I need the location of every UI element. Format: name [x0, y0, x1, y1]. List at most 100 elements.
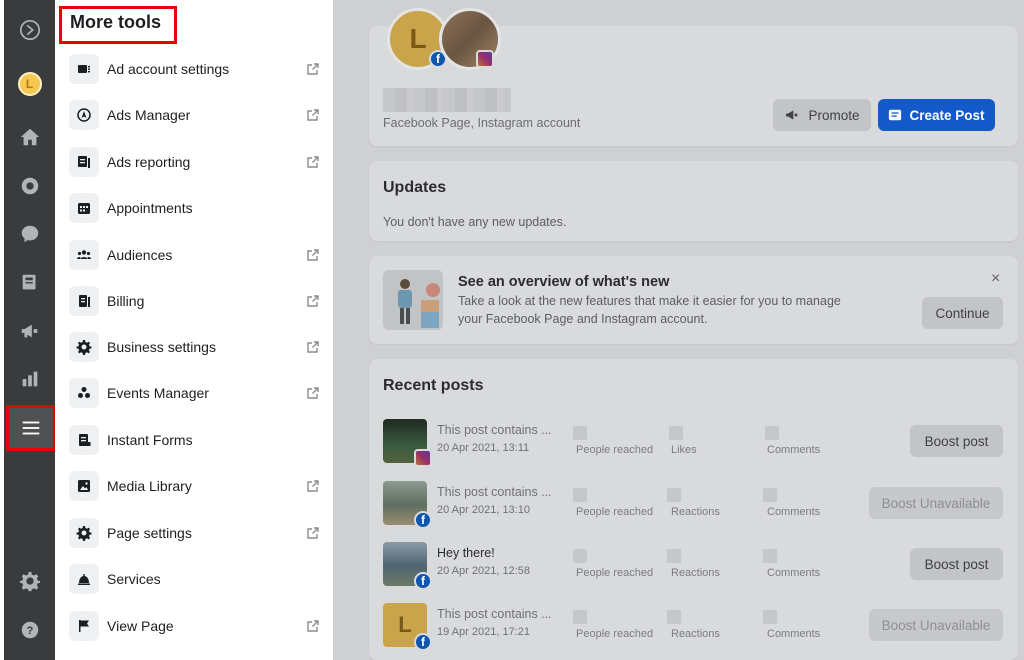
metric-label: People reached	[576, 506, 654, 518]
metric-label: Comments	[767, 506, 821, 518]
post-title: This post contains ...	[437, 423, 552, 437]
external-link-icon	[305, 154, 321, 170]
gear-icon	[69, 518, 99, 548]
tool-item-ad-account-settings[interactable]: Ad account settings	[69, 51, 325, 87]
page-name-redacted	[383, 88, 511, 112]
boost-post-button[interactable]: Boost post	[910, 548, 1003, 580]
tool-item-audiences[interactable]: Audiences	[69, 237, 325, 273]
external-link-icon	[305, 618, 321, 634]
tool-item-instant-forms[interactable]: Instant Forms	[69, 422, 325, 458]
calendar-icon	[69, 193, 99, 223]
ads-reporting-icon	[69, 147, 99, 177]
tool-item-view-page[interactable]: View Page	[69, 608, 325, 644]
tool-label: Ads Manager	[107, 107, 191, 123]
continue-button[interactable]: Continue	[922, 297, 1003, 329]
gear-icon[interactable]	[4, 561, 55, 601]
tool-item-page-settings[interactable]: Page settings	[69, 515, 325, 551]
profile-letter: L	[409, 23, 427, 54]
avatar: L	[17, 72, 42, 96]
tool-label: Business settings	[107, 339, 216, 355]
instagram-icon	[414, 449, 432, 467]
metric-value-redacted	[667, 488, 681, 502]
whats-new-card: See an overview of what's new Take a loo…	[369, 256, 1018, 344]
tool-item-events-manager[interactable]: Events Manager	[69, 375, 325, 411]
boost-unavailable-button: Boost Unavailable	[869, 609, 1003, 641]
megaphone-icon[interactable]	[4, 311, 55, 351]
external-link-icon	[305, 107, 321, 123]
tool-item-media-library[interactable]: Media Library	[69, 468, 325, 504]
tool-label: Media Library	[107, 478, 192, 494]
boost-unavailable-button: Boost Unavailable	[869, 487, 1003, 519]
metric-value-redacted	[667, 549, 681, 563]
tool-item-appointments[interactable]: Appointments	[69, 190, 325, 226]
post-date: 20 Apr 2021, 12:58	[437, 565, 530, 577]
create-post-label: Create Post	[909, 107, 985, 123]
tool-item-services[interactable]: Services	[69, 561, 325, 597]
facebook-icon: f	[414, 633, 432, 651]
tool-label: Page settings	[107, 525, 192, 541]
metric-label: People reached	[576, 444, 654, 456]
main-content-overlay: L f Facebook Page, Instagram account Pro…	[333, 0, 1024, 660]
media-icon	[69, 471, 99, 501]
thumbnail-letter: L	[398, 612, 412, 637]
help-icon[interactable]: ?	[4, 610, 55, 650]
post-icon	[888, 108, 902, 122]
promote-button[interactable]: Promote	[773, 99, 871, 131]
post-date: 20 Apr 2021, 13:11	[437, 442, 530, 454]
metric-value-redacted	[669, 426, 683, 440]
facebook-icon: f	[414, 572, 432, 590]
metric-label: Reactions	[671, 567, 720, 579]
home-icon[interactable]	[4, 117, 55, 157]
menu-icon[interactable]	[6, 405, 56, 451]
tool-item-ads-reporting[interactable]: Ads reporting	[69, 144, 325, 180]
metric-label: Comments	[767, 444, 821, 456]
tool-label: Ad account settings	[107, 61, 230, 77]
external-link-icon	[305, 339, 321, 355]
gear-icon	[69, 332, 99, 362]
promote-label: Promote	[808, 107, 860, 123]
external-link-icon	[305, 385, 321, 401]
megaphone-icon	[784, 107, 800, 123]
events-icon	[69, 378, 99, 408]
metric-label: Comments	[767, 628, 821, 640]
metric-label: Reactions	[671, 506, 720, 518]
tool-item-ads-manager[interactable]: Ads Manager	[69, 97, 325, 133]
metric-label: Reactions	[671, 628, 720, 640]
flag-icon	[69, 611, 99, 641]
inbox-icon[interactable]	[4, 166, 55, 206]
form-icon	[69, 425, 99, 455]
post-row[interactable]: This post contains ... 20 Apr 2021, 13:1…	[383, 417, 1003, 467]
create-post-button[interactable]: Create Post	[878, 99, 995, 131]
tool-label: Audiences	[107, 247, 173, 263]
post-title: Hey there!	[437, 546, 495, 560]
tool-item-business-settings[interactable]: Business settings	[69, 329, 325, 365]
insights-icon[interactable]	[4, 359, 55, 399]
post-title: This post contains ...	[437, 607, 552, 621]
recent-posts-card: Recent posts This post contains ... 20 A…	[369, 359, 1018, 660]
account-avatar[interactable]: L	[4, 64, 55, 104]
metric-value-redacted	[763, 488, 777, 502]
tool-item-billing[interactable]: Billing	[69, 283, 325, 319]
whats-new-text-line2: your Facebook Page and Instagram account…	[458, 312, 708, 326]
ads-manager-icon	[69, 100, 99, 130]
tool-label: Services	[107, 571, 161, 587]
external-link-icon	[305, 61, 321, 77]
more-tools-panel: More tools Ad account settings Ads Manag…	[55, 0, 333, 660]
whats-new-title: See an overview of what's new	[458, 274, 670, 290]
external-link-icon	[305, 478, 321, 494]
boost-post-button[interactable]: Boost post	[910, 425, 1003, 457]
meta-logo-icon[interactable]	[4, 10, 55, 50]
content-icon[interactable]	[4, 263, 55, 303]
post-row[interactable]: L f This post contains ... 19 Apr 2021, …	[383, 601, 1003, 651]
chat-icon[interactable]	[4, 214, 55, 254]
tool-label: Events Manager	[107, 385, 209, 401]
ad-account-icon	[69, 54, 99, 84]
billing-icon	[69, 286, 99, 316]
metric-label: People reached	[576, 628, 654, 640]
metric-value-redacted	[573, 488, 587, 502]
post-row[interactable]: f Hey there! 20 Apr 2021, 12:58 People r…	[383, 540, 1003, 590]
post-row[interactable]: f This post contains ... 20 Apr 2021, 13…	[383, 479, 1003, 529]
tool-label: Instant Forms	[107, 432, 193, 448]
close-icon[interactable]: ×	[991, 270, 1000, 288]
metric-value-redacted	[573, 549, 587, 563]
